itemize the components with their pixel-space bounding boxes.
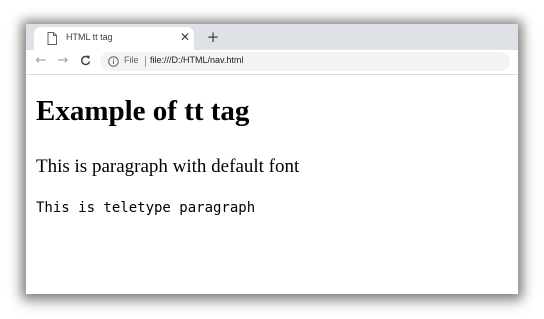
tab-html-tt-tag[interactable]: HTML tt tag ✕ (34, 27, 194, 50)
address-bar[interactable]: File file:///D:/HTML/nav.html (100, 52, 510, 71)
paragraph-default-font: This is paragraph with default font (36, 156, 300, 177)
page-heading: Example of tt tag (36, 95, 250, 127)
paragraph-teletype: This is teletype paragraph (36, 200, 256, 216)
browser-toolbar: ← → File file:///D:/HTML/nav.html (26, 50, 518, 75)
browser-window: HTML tt tag ✕ + ← → File file:///D:/HTML… (26, 24, 518, 294)
url-text[interactable]: file:///D:/HTML/nav.html (150, 55, 243, 65)
close-icon[interactable]: ✕ (178, 29, 192, 45)
info-icon[interactable] (108, 56, 119, 67)
scheme-label: File (124, 55, 139, 65)
arrow-left-icon[interactable]: ← (32, 52, 50, 70)
divider (145, 56, 146, 67)
tab-title: HTML tt tag (66, 32, 113, 42)
page-icon (47, 32, 57, 45)
page-content: Example of tt tag This is paragraph with… (26, 75, 518, 294)
reload-icon[interactable] (76, 52, 94, 70)
arrow-right-icon[interactable]: → (54, 52, 72, 70)
tab-strip: HTML tt tag ✕ + (26, 24, 518, 50)
screenshot-background: HTML tt tag ✕ + ← → File file:///D:/HTML… (0, 0, 544, 319)
plus-icon[interactable]: + (204, 28, 222, 46)
